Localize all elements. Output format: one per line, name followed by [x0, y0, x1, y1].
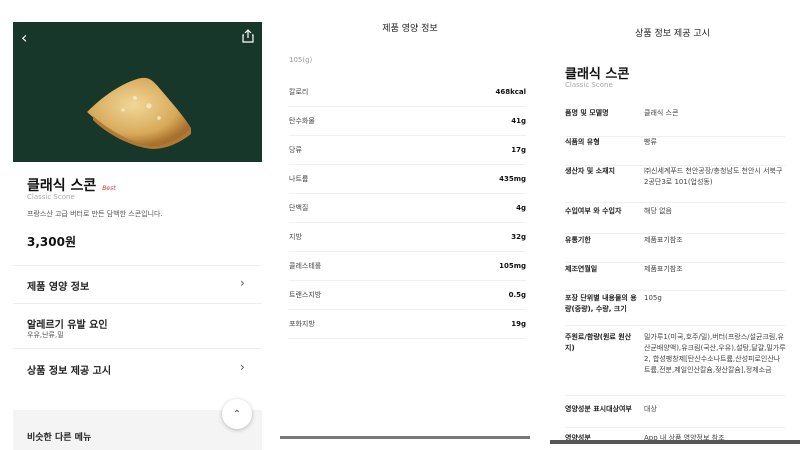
notice-label: 생산자 및 소재지	[565, 167, 615, 175]
notice-label: 수입여부 와 수입자	[565, 207, 622, 215]
nutrition-panel: 제품 영양 정보 105(g) 칼로리 468kcal 탄수화물 41g 당류 …	[275, 0, 545, 450]
scone-image	[87, 77, 191, 149]
nutrition-row: 칼로리 468kcal	[289, 78, 526, 107]
notice-label: 식품의 유형	[565, 138, 600, 146]
product-price: 3,300원	[27, 235, 76, 249]
product-image: ‹	[13, 22, 262, 162]
divider	[13, 348, 262, 349]
nutrition-label: 나트륨	[289, 175, 309, 183]
notice-row: 유통기한 제품표기참조	[565, 235, 785, 263]
scrollbar[interactable]	[280, 436, 530, 439]
product-notice-panel: 상품 정보 제공 고시 클래식 스콘 Classic Scone 품명 및 모델…	[545, 0, 800, 450]
product-title: 클래식 스콘	[27, 178, 97, 194]
allergy-items: 우유,난류,밀	[27, 331, 64, 339]
divider	[13, 265, 262, 266]
nutrition-label: 당류	[289, 146, 302, 154]
scroll-top-button[interactable]: ⌃	[222, 399, 252, 429]
nutrition-value: 32g	[511, 233, 526, 241]
product-detail-panel: ‹ 클래식 스콘 Best Classic Scone 프랑스산 고급 버터로 …	[0, 0, 275, 450]
notice-label: 영양성분 표시대상여부	[565, 405, 632, 413]
notice-label: 제조연월일	[565, 265, 598, 273]
notice-row: 포장 단위별 내용물의 용량(중량), 수량, 크기 105g	[565, 293, 785, 326]
chevron-right-icon[interactable]: ›	[240, 276, 245, 290]
notice-value: ㈜신세계푸드 천안공장/충청남도 천안시 서북구 2공단3로 101(업성동)	[644, 167, 783, 186]
nutrition-value: 468kcal	[495, 88, 526, 96]
divider	[13, 303, 262, 304]
serving-size: 105(g)	[289, 56, 313, 64]
nutrition-row: 지방 32g	[289, 223, 526, 252]
nutrition-row: 포화지방 19g	[289, 310, 526, 339]
nutrition-value: 17g	[511, 146, 526, 154]
nutrition-page-title: 제품 영양 정보	[382, 24, 438, 34]
nutrition-label: 트랜스지방	[289, 291, 322, 299]
notice-row: 주원료/함량(원료 원산지) 밀가루1(미국,호주/밀),버터(프랑스/설균크림…	[565, 332, 786, 396]
notice-row: 제조연월일 제품표기참조	[565, 264, 785, 291]
chevron-right-icon[interactable]: ›	[240, 360, 245, 374]
product-notice-link[interactable]: 상품 정보 제공 고시	[27, 362, 111, 377]
notice-label: 유통기한	[565, 236, 591, 244]
nutrition-label: 칼로리	[289, 88, 309, 96]
notice-label: 품명 및 모델명	[565, 109, 609, 117]
nutrition-row: 단백질 4g	[289, 194, 526, 223]
nutrition-value: 4g	[516, 204, 526, 212]
chevron-left-icon[interactable]: ‹	[21, 28, 27, 47]
nutrition-row: 탄수화물 41g	[289, 107, 526, 136]
notice-row: 수입여부 와 수입자 해당 없음	[565, 206, 785, 234]
notice-value: 제품표기참조	[644, 265, 683, 273]
nutrition-row: 콜레스테롤 105mg	[289, 252, 526, 281]
chevron-up-icon: ⌃	[232, 408, 242, 420]
product-english-name: Classic Scone	[27, 193, 75, 201]
nutrition-value: 41g	[511, 117, 526, 125]
notice-page-title: 상품 정보 제공 고시	[635, 29, 710, 39]
similar-menu-heading: 비슷한 다른 메뉴	[27, 433, 92, 443]
nutrition-label: 지방	[289, 233, 302, 241]
notice-row: 식품의 유형 빵류	[565, 137, 785, 166]
notice-label: 주원료/함량(원료 원산지)	[565, 333, 632, 352]
nutrition-value: 19g	[511, 320, 526, 328]
nutrition-label: 콜레스테롤	[289, 262, 322, 270]
notice-row: 생산자 및 소재지 ㈜신세계푸드 천안공장/충청남도 천안시 서북구 2공단3로…	[565, 166, 785, 203]
nutrition-row: 나트륨 435mg	[289, 165, 526, 194]
notice-value: 클래식 스콘	[644, 109, 679, 117]
nutrition-label: 포화지방	[289, 320, 315, 328]
notice-row: 품명 및 모델명 클래식 스콘	[565, 108, 785, 137]
share-icon[interactable]	[242, 28, 254, 47]
notice-value: 밀가루1(미국,호주/밀),버터(프랑스/설균크림,유산균배양액),유크림(국산…	[644, 333, 786, 374]
notice-label: 포장 단위별 내용물의 용량(중량), 수량, 크기	[565, 294, 637, 313]
notice-product-name: 클래식 스콘	[565, 67, 630, 82]
nutrition-row: 트랜스지방 0.5g	[289, 281, 526, 310]
notice-value: 대상	[644, 405, 657, 413]
nutrition-value: 435mg	[499, 175, 526, 183]
nutrition-label: 탄수화물	[289, 117, 315, 125]
nutrition-value: 0.5g	[508, 291, 526, 299]
nutrition-label: 단백질	[289, 204, 309, 212]
best-badge: Best	[102, 185, 116, 192]
product-title-row: 클래식 스콘 Best	[27, 175, 116, 195]
notice-value: 105g	[644, 294, 662, 302]
scrollbar[interactable]	[550, 440, 800, 444]
product-description: 프랑스산 고급 버터로 만든 담백한 스콘입니다.	[27, 210, 163, 218]
nutrition-info-link[interactable]: 제품 영양 정보	[27, 278, 89, 293]
notice-value: 해당 없음	[644, 207, 672, 215]
notice-value: 빵류	[644, 138, 657, 146]
notice-english-name: Classic Scone	[565, 81, 613, 89]
nutrition-value: 105mg	[499, 262, 526, 270]
allergy-label: 알레르기 유발 요인	[27, 320, 108, 331]
notice-row: 영양성분 표시대상여부 대상	[565, 404, 785, 428]
notice-value: 제품표기참조	[644, 236, 683, 244]
nutrition-row: 당류 17g	[289, 136, 526, 165]
